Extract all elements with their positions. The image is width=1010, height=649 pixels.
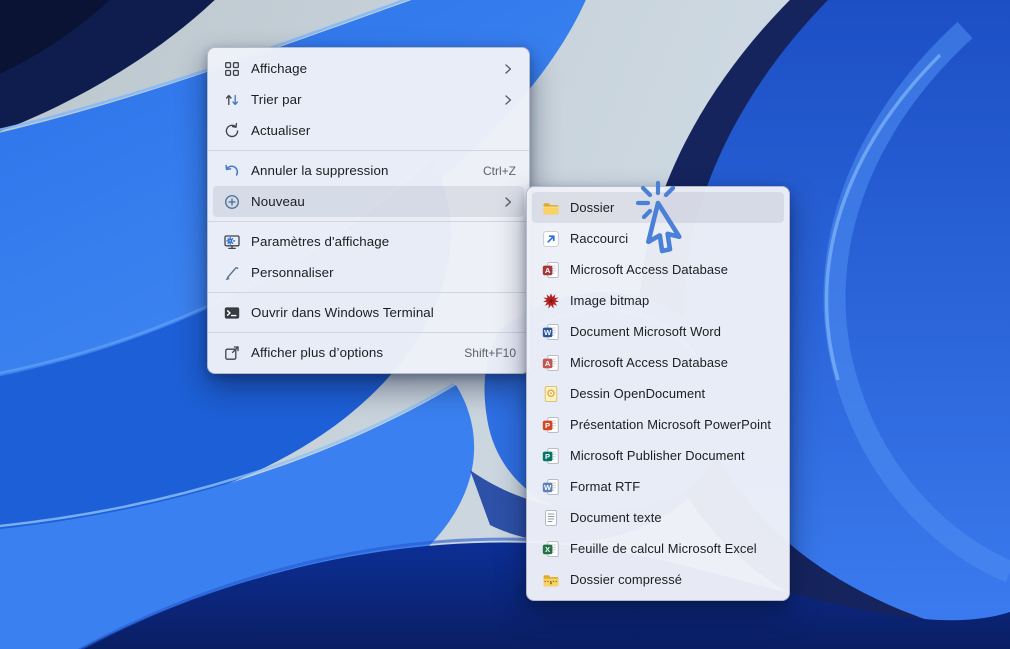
menu-item-label: Afficher plus d’options [251,345,452,360]
menu-item-label: Format RTF [570,479,780,494]
svg-text:W: W [544,482,552,491]
excel-icon: X [542,540,560,558]
submenu-item-image-bitmap[interactable]: Image bitmap [532,285,784,316]
menu-item-label: Présentation Microsoft PowerPoint [570,417,780,432]
menu-item-label: Paramètres d'affichage [251,234,516,249]
shortcut-label: Shift+F10 [464,346,516,360]
menu-item-label: Document Microsoft Word [570,324,780,339]
menu-item-annuler-la-suppression[interactable]: Annuler la suppression Ctrl+Z [213,155,524,186]
bitmap-icon [542,292,560,310]
submenu-item-document-texte[interactable]: Document texte [532,502,784,533]
chevron-right-icon [500,92,516,108]
menu-item-label: Ouvrir dans Windows Terminal [251,305,516,320]
menu-item-label: Dessin OpenDocument [570,386,780,401]
menu-item-ouvrir-dans-windows-terminal[interactable]: Ouvrir dans Windows Terminal [213,297,524,328]
grid-icon [223,60,241,78]
submenu-item-microsoft-access-database[interactable]: A Microsoft Access Database [532,347,784,378]
menu-separator [208,150,529,151]
context-menu: Affichage Trier par Actualiser Annuler la s… [207,47,530,374]
svg-text:A: A [545,265,551,274]
undo-icon [223,162,241,180]
menu-item-label: Microsoft Access Database [570,262,780,277]
folder-icon [542,199,560,217]
menu-item-nouveau[interactable]: Nouveau [213,186,524,217]
menu-item-label: Trier par [251,92,492,107]
textdoc-icon [542,509,560,527]
shortcut-icon [542,230,560,248]
cursor-click-annotation [631,176,715,264]
menu-item-parametres-d-affichage[interactable]: Paramètres d'affichage [213,226,524,257]
new-icon [223,193,241,211]
chevron-right-icon [500,194,516,210]
refresh-icon [223,122,241,140]
submenu-item-document-microsoft-word[interactable]: W Document Microsoft Word [532,316,784,347]
menu-item-label: Feuille de calcul Microsoft Excel [570,541,780,556]
submenu-item-presentation-microsoft-powerpoint[interactable]: P Présentation Microsoft PowerPoint [532,409,784,440]
svg-text:X: X [545,544,550,553]
chevron-right-icon [500,61,516,77]
submenu-item-feuille-de-calcul-microsoft-excel[interactable]: X Feuille de calcul Microsoft Excel [532,533,784,564]
rtf-icon: W [542,478,560,496]
menu-item-label: Actualiser [251,123,516,138]
display-icon [223,233,241,251]
menu-item-label: Annuler la suppression [251,163,471,178]
zipfolder-icon [542,571,560,589]
access2-icon: A [542,354,560,372]
shortcut-label: Ctrl+Z [483,164,516,178]
menu-item-affichage[interactable]: Affichage [213,53,524,84]
menu-item-label: Microsoft Publisher Document [570,448,780,463]
svg-text:P: P [545,420,550,429]
menu-item-label: Dossier compressé [570,572,780,587]
terminal-icon [223,304,241,322]
menu-separator [208,221,529,222]
powerpoint-icon: P [542,416,560,434]
odg-icon [542,385,560,403]
publisher-icon: P [542,447,560,465]
menu-item-label: Microsoft Access Database [570,355,780,370]
submenu-item-dessin-opendocument[interactable]: Dessin OpenDocument [532,378,784,409]
svg-text:W: W [544,327,552,336]
menu-item-label: Affichage [251,61,492,76]
menu-item-label: Image bitmap [570,293,780,308]
menu-item-personnaliser[interactable]: Personnaliser [213,257,524,288]
menu-item-label: Personnaliser [251,265,516,280]
svg-text:P: P [545,451,550,460]
access-icon: A [542,261,560,279]
personalize-icon [223,264,241,282]
menu-item-afficher-plus-d-options[interactable]: Afficher plus d’options Shift+F10 [213,337,524,368]
svg-text:A: A [545,358,551,367]
submenu-item-dossier-compresse[interactable]: Dossier compressé [532,564,784,595]
menu-item-actualiser[interactable]: Actualiser [213,115,524,146]
menu-separator [208,332,529,333]
submenu-item-microsoft-publisher-document[interactable]: P Microsoft Publisher Document [532,440,784,471]
word-icon: W [542,323,560,341]
menu-item-label: Document texte [570,510,780,525]
more-icon [223,344,241,362]
sort-icon [223,91,241,109]
menu-item-trier-par[interactable]: Trier par [213,84,524,115]
submenu-item-format-rtf[interactable]: W Format RTF [532,471,784,502]
menu-separator [208,292,529,293]
menu-item-label: Nouveau [251,194,492,209]
